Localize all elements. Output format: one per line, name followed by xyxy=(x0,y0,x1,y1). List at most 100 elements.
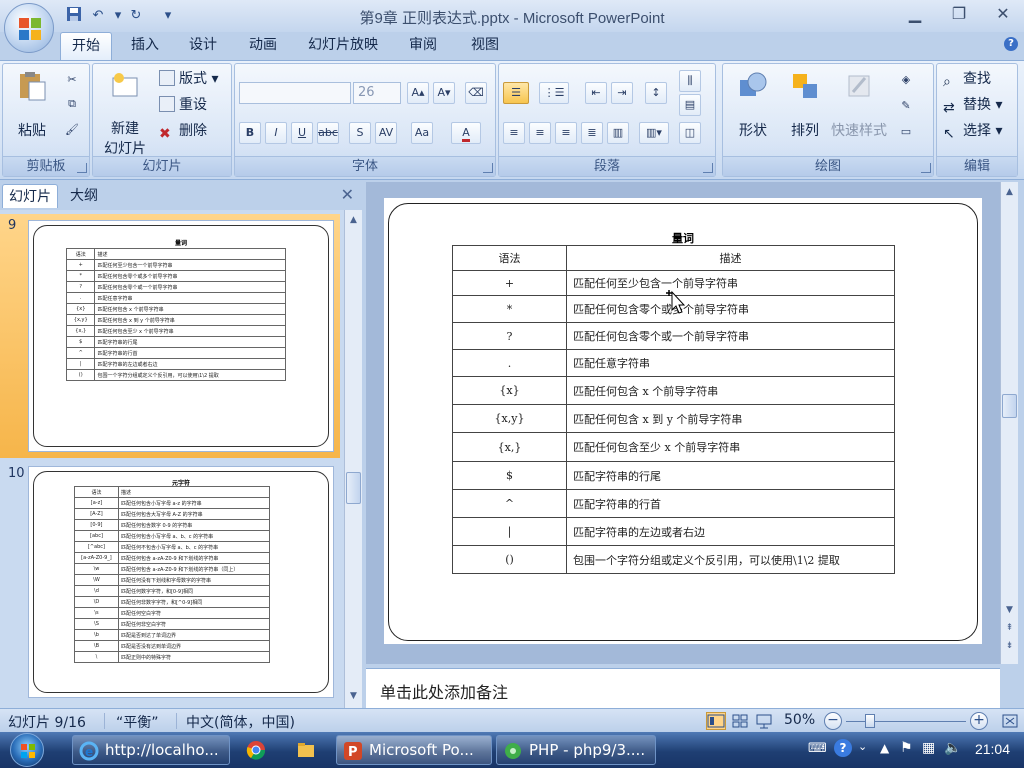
align-text-icon[interactable]: ▤ xyxy=(679,94,701,116)
delete-button[interactable]: ✖ 删除 xyxy=(159,120,207,142)
align-center-icon[interactable]: ≡ xyxy=(529,122,551,144)
keyboard-icon[interactable]: ⌨ xyxy=(808,741,827,756)
bullets-icon[interactable]: ☰ xyxy=(503,82,529,104)
find-button[interactable]: ⌕ 查找 xyxy=(943,68,991,90)
cut-icon[interactable]: ✂ xyxy=(61,70,83,92)
tab-review[interactable]: 审阅 xyxy=(400,32,446,60)
help-tray-icon[interactable]: ? xyxy=(834,739,852,757)
italic-icon[interactable]: I xyxy=(265,122,287,144)
zoom-slider-knob[interactable] xyxy=(865,714,875,728)
shape-effects-icon[interactable]: ▭ xyxy=(895,122,917,144)
scroll-thumb[interactable] xyxy=(346,472,361,504)
bold-icon[interactable]: B xyxy=(239,122,261,144)
scroll-down-icon[interactable]: ▼ xyxy=(1002,602,1017,618)
flag-icon[interactable]: ⚑ xyxy=(900,740,913,756)
taskbar-item-powerpoint[interactable]: P Microsoft Po... xyxy=(336,735,492,765)
zoom-slider-track[interactable] xyxy=(846,721,966,722)
select-button[interactable]: ↖ 选择 ▾ xyxy=(943,120,1002,142)
tab-home[interactable]: 开始 xyxy=(60,32,112,60)
line-spacing-icon[interactable]: ↕ xyxy=(645,82,667,104)
arrange-button[interactable]: 排列 xyxy=(779,70,831,140)
font-size-combo[interactable]: 26 xyxy=(353,82,401,104)
new-slide-button[interactable]: 新建 幻灯片 xyxy=(95,70,155,158)
normal-view-icon[interactable] xyxy=(706,712,726,730)
shape-outline-icon[interactable]: ✎ xyxy=(895,96,917,118)
clock[interactable]: 21:04 xyxy=(975,741,1010,757)
columns-icon[interactable]: ▥▾ xyxy=(639,122,669,144)
shrink-font-icon[interactable]: A▾ xyxy=(433,82,455,104)
distribute-icon[interactable]: ▥ xyxy=(607,122,629,144)
start-button[interactable] xyxy=(10,733,44,767)
folder-icon[interactable] xyxy=(296,740,316,760)
layout-button[interactable]: 版式 ▾ xyxy=(159,68,218,90)
align-left-icon[interactable]: ≡ xyxy=(503,122,525,144)
align-right-icon[interactable]: ≡ xyxy=(555,122,577,144)
slide-canvas[interactable]: 量词 语法 描述 + 匹配任何至少包含一个前导字符串 * 匹配任何包含零个或多个前导字… xyxy=(384,198,982,644)
scroll-up-icon[interactable]: ▲ xyxy=(1002,184,1017,200)
numbering-icon[interactable]: ⋮☰ xyxy=(539,82,569,104)
strikethrough-icon[interactable]: abc xyxy=(317,122,339,144)
drawing-launcher-icon[interactable] xyxy=(921,163,931,173)
increase-indent-icon[interactable]: ⇥ xyxy=(611,82,633,104)
network-icon[interactable]: ▦ xyxy=(922,740,935,756)
tab-slides[interactable]: 幻灯片 xyxy=(2,184,58,208)
shape-fill-icon[interactable]: ◈ xyxy=(895,70,917,92)
close-window-button[interactable]: ✕ xyxy=(990,4,1016,24)
shadow-icon[interactable]: S xyxy=(349,122,371,144)
scroll-up-icon[interactable]: ▲ xyxy=(346,212,361,228)
taskbar-item-php[interactable]: PHP - php9/3.... xyxy=(496,735,656,765)
tab-slideshow[interactable]: 幻灯片放映 xyxy=(300,32,386,60)
minimize-button[interactable]: ▁ xyxy=(902,4,928,24)
decrease-indent-icon[interactable]: ⇤ xyxy=(585,82,607,104)
font-name-combo[interactable] xyxy=(239,82,351,104)
tray-arrow-icon[interactable]: ▲ xyxy=(880,741,889,755)
zoom-in-icon[interactable]: + xyxy=(970,712,988,730)
copy-icon[interactable]: ⧉ xyxy=(61,94,83,116)
clipboard-launcher-icon[interactable] xyxy=(77,163,87,173)
help-icon[interactable]: ? xyxy=(1004,37,1018,51)
chrome-icon[interactable] xyxy=(246,740,266,760)
tab-insert[interactable]: 插入 xyxy=(122,32,168,60)
format-painter-icon[interactable]: 🖌 xyxy=(61,120,83,142)
text-direction-icon[interactable]: ⫼ xyxy=(679,70,701,92)
char-spacing-icon[interactable]: AV xyxy=(375,122,397,144)
tab-design[interactable]: 设计 xyxy=(180,32,226,60)
office-button[interactable] xyxy=(4,3,54,53)
close-pane-icon[interactable]: ✕ xyxy=(341,185,354,204)
quick-styles-button[interactable]: 快速样式 xyxy=(827,70,891,140)
volume-icon[interactable]: 🔈 xyxy=(944,740,961,756)
restore-button[interactable]: ❐ xyxy=(946,4,972,24)
language-indicator[interactable]: 中文(简体，中国) xyxy=(186,712,295,732)
zoom-out-icon[interactable]: − xyxy=(824,712,842,730)
tab-view[interactable]: 视图 xyxy=(460,32,510,60)
change-case-icon[interactable]: Aa xyxy=(411,122,433,144)
slideshow-view-icon[interactable] xyxy=(754,712,774,730)
slide-sorter-icon[interactable] xyxy=(730,712,750,730)
grow-font-icon[interactable]: A▴ xyxy=(407,82,429,104)
font-color-icon[interactable]: A xyxy=(451,122,481,144)
shapes-button[interactable]: 形状 xyxy=(727,70,779,140)
paragraph-launcher-icon[interactable] xyxy=(703,163,713,173)
tray-menu-icon[interactable]: ⌄ xyxy=(858,740,867,753)
zoom-level[interactable]: 50% xyxy=(784,712,815,728)
taskbar-item-browser[interactable]: e http://localho... xyxy=(72,735,230,765)
slide-thumbnail-10[interactable]: 10 元字符 语法 描述 [a-z] 匹配任何包含小写字母 a-z 的字符串 [A-Z]… xyxy=(0,462,340,706)
slides-scrollbar[interactable]: ▲ ▼ xyxy=(344,210,362,708)
reset-button[interactable]: 重设 xyxy=(159,94,207,116)
smartart-icon[interactable]: ◫ xyxy=(679,122,701,144)
slide-thumbnail-9[interactable]: 9 量词 语法 描述 + 匹配任何至少包含一个前导字符串 * 匹配任何包含零个或多个前导字… xyxy=(0,214,340,458)
scroll-thumb[interactable] xyxy=(1002,394,1017,418)
underline-icon[interactable]: U xyxy=(291,122,313,144)
notes-pane[interactable]: 单击此处添加备注 xyxy=(366,668,1000,708)
editor-scrollbar[interactable]: ▲ ▼ ⇞ ⇟ xyxy=(1000,182,1018,664)
clear-format-icon[interactable]: ⌫ xyxy=(465,82,487,104)
replace-button[interactable]: ⇄ 替换 ▾ xyxy=(943,94,1002,116)
paste-button[interactable]: 粘贴 xyxy=(7,70,57,140)
scroll-down-icon[interactable]: ▼ xyxy=(346,688,361,704)
tab-outline[interactable]: 大纲 xyxy=(64,184,104,208)
previous-slide-icon[interactable]: ⇞ xyxy=(1002,620,1017,636)
font-launcher-icon[interactable] xyxy=(483,163,493,173)
fit-window-icon[interactable] xyxy=(1000,712,1020,730)
next-slide-icon[interactable]: ⇟ xyxy=(1002,638,1017,654)
justify-icon[interactable]: ≣ xyxy=(581,122,603,144)
